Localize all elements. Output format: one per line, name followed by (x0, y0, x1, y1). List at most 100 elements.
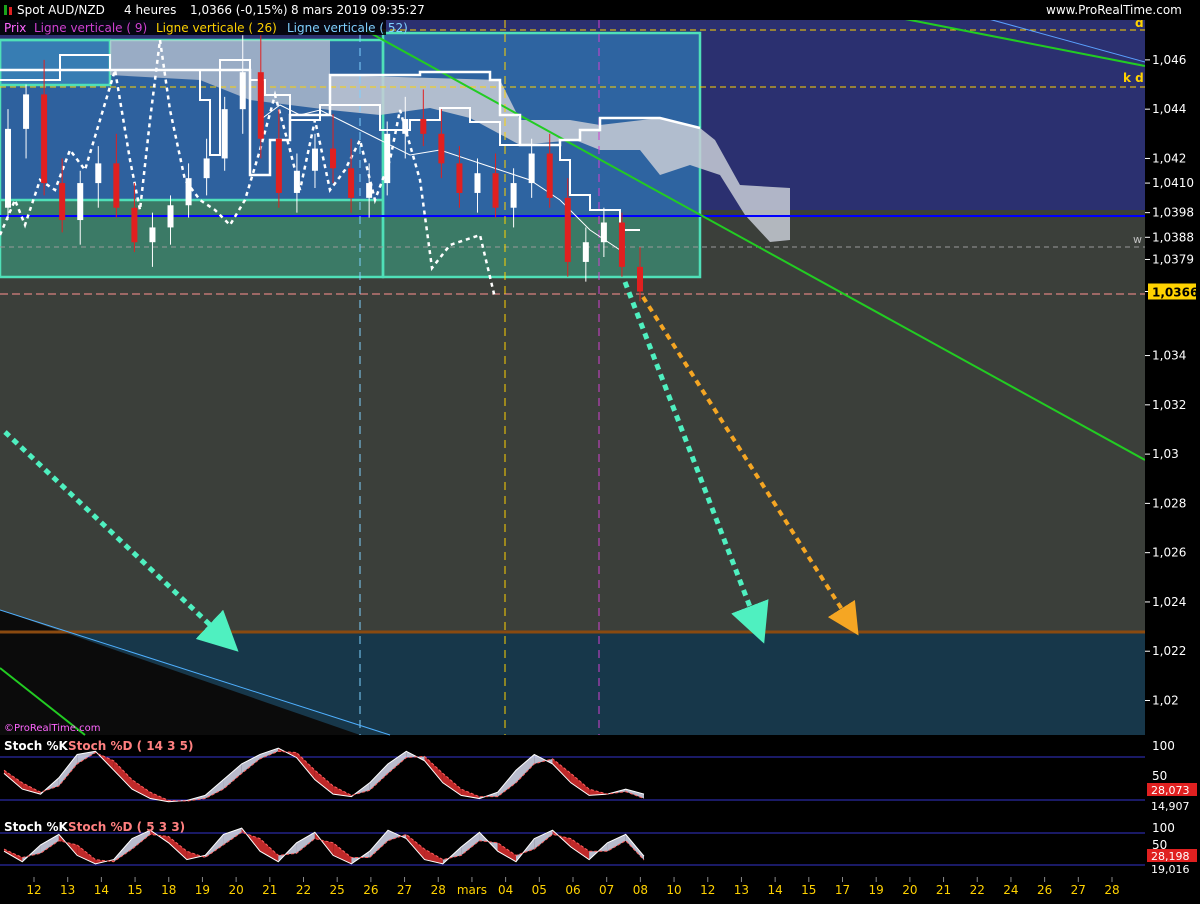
legend-vline52[interactable]: Ligne verticale ( 52) (287, 21, 408, 35)
time-tick-label: 12 (26, 883, 41, 897)
time-tick-label: 25 (330, 883, 345, 897)
stoch1-k-value: 28,073 (1151, 784, 1190, 797)
time-tick-label: 28 (431, 883, 446, 897)
stoch1-tick-50: 50 (1152, 769, 1167, 783)
candle-body (546, 153, 553, 198)
candle-body (257, 72, 264, 139)
timeframe[interactable]: 4 heures (124, 3, 176, 17)
instrument-icon-bar (9, 7, 12, 15)
time-tick-label: 10 (666, 883, 681, 897)
legend-prix[interactable]: Prix (4, 21, 26, 35)
prorealtime-chart: k d d w 1,046 1,044 1,042 1,0410 1,0398 1,038… (0, 0, 1200, 900)
stoch2-tick-100: 100 (1152, 821, 1175, 835)
left-green-box (0, 200, 383, 277)
price-tick-label: 1,044 (1152, 102, 1186, 116)
candle-body (131, 207, 138, 243)
time-tick-label: 07 (599, 883, 614, 897)
price-tick-label: 1,03 (1152, 447, 1179, 461)
brand-url[interactable]: www.ProRealTime.com (1046, 3, 1182, 17)
candle-body (456, 163, 463, 193)
time-tick-label: 19 (195, 883, 210, 897)
time-tick-label: 13 (60, 883, 75, 897)
legend-vline26[interactable]: Ligne verticale ( 26) (156, 21, 277, 35)
time-tick-label: 17 (835, 883, 850, 897)
instrument-icon (4, 5, 7, 15)
stoch2-title-k: Stoch %K (4, 820, 68, 834)
candle-body (41, 94, 48, 184)
last-change: 1,0366 (-0,15%) (190, 3, 288, 17)
time-tick-label: 28 (1104, 883, 1119, 897)
price-tick-label: 1,028 (1152, 496, 1186, 510)
candle-body (167, 205, 174, 228)
price-tick-label: 1,022 (1152, 644, 1186, 658)
time-tick-label: 05 (532, 883, 547, 897)
price-tick-label: 1,026 (1152, 546, 1186, 560)
candle-body (221, 109, 228, 159)
stoch2-k-value: 28,198 (1151, 850, 1190, 863)
price-tick-label: 1,0398 (1152, 206, 1194, 220)
time-tick-label: 14 (94, 883, 109, 897)
stoch1-d-value: 14,907 (1151, 800, 1190, 813)
candle-body (510, 183, 517, 208)
price-tick-label: 1,024 (1152, 595, 1186, 609)
candle-body (239, 72, 246, 110)
candle-body (366, 183, 373, 198)
candle-body (582, 242, 589, 262)
price-tick-label: 1,0379 (1152, 252, 1194, 266)
candle-body (330, 148, 337, 169)
instrument-name: Spot AUD/NZD (17, 3, 105, 17)
time-tick-label: 20 (228, 883, 243, 897)
price-tick-label: 1,034 (1152, 349, 1186, 363)
price-tick-label: 1,042 (1152, 151, 1186, 165)
legend-vline9[interactable]: Ligne verticale ( 9) (34, 21, 147, 35)
time-tick-label: 15 (801, 883, 816, 897)
price-tick-label: 1,032 (1152, 398, 1186, 412)
last-price-label: 1,0366 (1152, 285, 1198, 299)
time-tick-label: 14 (767, 883, 782, 897)
price-tick-label: 1,0410 (1152, 176, 1194, 190)
time-tick-label: 21 (262, 883, 277, 897)
candle-body (203, 158, 210, 179)
candle-body (402, 119, 409, 134)
time-tick-label: mars (457, 883, 487, 897)
candle-body (275, 138, 282, 193)
time-tick-label: 04 (498, 883, 513, 897)
candle-body (637, 266, 643, 292)
chart-canvas[interactable]: k d d w 1,0461,0441,0421,04101,03981,038… (0, 0, 1200, 900)
time-tick-label: 26 (1037, 883, 1052, 897)
datetime: 8 mars 2019 09:35:27 (291, 3, 425, 17)
candle-body (311, 148, 318, 171)
candle-body (618, 222, 625, 267)
candle-body (600, 222, 607, 243)
stoch1-title: Stoch %D ( 14 3 5) (68, 739, 194, 753)
w-label: w (1133, 233, 1142, 246)
price-axis[interactable] (1145, 18, 1200, 735)
candle-body (438, 133, 445, 164)
candle-body (113, 163, 120, 208)
time-tick-label: 21 (936, 883, 951, 897)
stoch2-title: Stoch %D ( 5 3 3) (68, 820, 185, 834)
candle-body (492, 173, 499, 208)
candle-body (348, 168, 355, 198)
time-tick-label: 24 (1003, 883, 1018, 897)
candle-body (23, 94, 30, 129)
candle-body (95, 163, 102, 184)
price-tick-label: 1,046 (1152, 53, 1186, 67)
candle-body (149, 227, 156, 243)
stoch1-title-k: Stoch %K (4, 739, 68, 753)
time-tick-label: 27 (1071, 883, 1086, 897)
price-tick-label: 1,0388 (1152, 230, 1194, 244)
time-tick-label: 27 (397, 883, 412, 897)
stoch2-d-value: 19,016 (1151, 863, 1190, 876)
time-tick-label: 19 (869, 883, 884, 897)
time-tick-label: 08 (633, 883, 648, 897)
candle-body (185, 178, 192, 206)
price-tick-label: 1,02 (1152, 694, 1179, 708)
candle-body (420, 119, 427, 134)
time-tick-label: 22 (970, 883, 985, 897)
candle-body (474, 173, 481, 193)
time-tick-label: 18 (161, 883, 176, 897)
candle-body (59, 183, 66, 221)
kd-label: k d (1123, 71, 1144, 85)
time-tick-label: 26 (363, 883, 378, 897)
